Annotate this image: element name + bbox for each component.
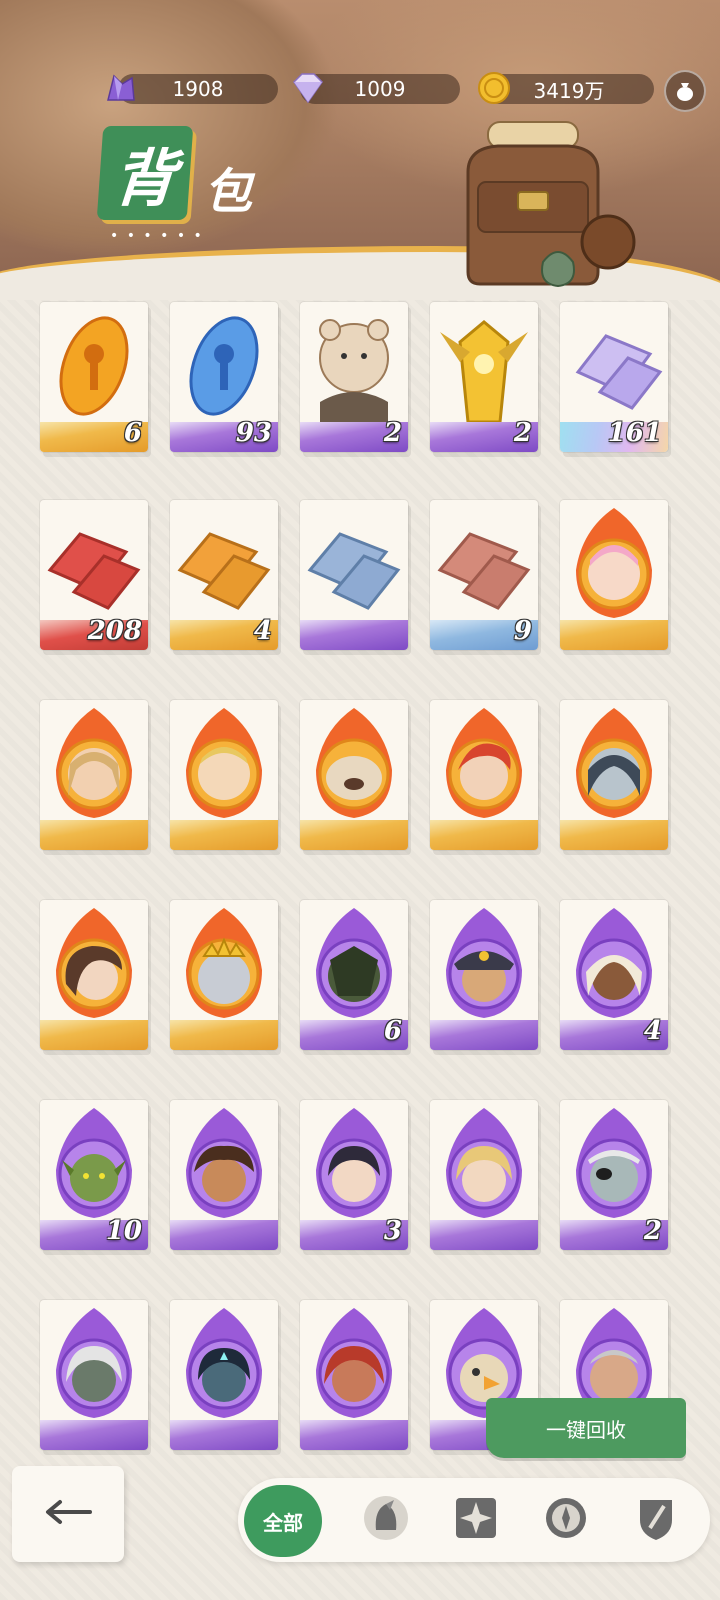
item-count: 93 bbox=[235, 418, 272, 448]
hero-elf-icon bbox=[170, 700, 278, 830]
item-card-15[interactable] bbox=[40, 900, 148, 1050]
page-title-first: 背 bbox=[111, 142, 179, 215]
lavender-ingot-icon bbox=[560, 302, 668, 432]
orange-ingot-icon bbox=[170, 500, 278, 630]
crystal-balance: 1908 bbox=[118, 74, 278, 104]
red-ingot-icon bbox=[40, 500, 148, 630]
hero-pale-icon bbox=[560, 700, 668, 830]
diamond-value: 1009 bbox=[354, 77, 406, 101]
item-card-23[interactable] bbox=[430, 1100, 538, 1250]
item-card-10[interactable] bbox=[40, 700, 148, 850]
item-card-19[interactable]: 4 bbox=[560, 900, 668, 1050]
item-card-14[interactable] bbox=[560, 700, 668, 850]
hero-goblin-icon bbox=[40, 1100, 148, 1230]
page-title-badge: 背 bbox=[96, 126, 194, 220]
item-card-2[interactable]: 2 bbox=[300, 302, 408, 452]
item-card-0[interactable]: 6 bbox=[40, 302, 148, 452]
one-click-recycle-button[interactable]: 一键回收 bbox=[486, 1398, 686, 1458]
hero-long-blond-icon bbox=[40, 700, 148, 830]
money-bag-icon[interactable] bbox=[664, 70, 706, 112]
item-count: 208 bbox=[87, 616, 142, 646]
hero-eyepatch-icon bbox=[560, 1100, 668, 1230]
item-count: 6 bbox=[123, 418, 142, 448]
item-card-13[interactable] bbox=[430, 700, 538, 850]
item-card-7[interactable] bbox=[300, 500, 408, 650]
hero-demon-icon bbox=[170, 1300, 278, 1430]
item-count: 4 bbox=[643, 1016, 662, 1046]
hero-curly-hair-icon bbox=[170, 1100, 278, 1230]
backpack-illustration bbox=[448, 112, 638, 292]
back-arrow-icon bbox=[42, 1496, 94, 1532]
shield-sword-icon[interactable] bbox=[628, 1490, 684, 1546]
item-card-11[interactable] bbox=[170, 700, 278, 850]
tab-all-label: 全部 bbox=[263, 1510, 303, 1535]
title-dots: • • • • • • bbox=[110, 228, 204, 244]
hero-red-hair-icon bbox=[430, 700, 538, 830]
compass-icon[interactable] bbox=[538, 1490, 594, 1546]
item-card-27[interactable] bbox=[300, 1300, 408, 1450]
item-count: 6 bbox=[383, 1016, 402, 1046]
item-count: 3 bbox=[383, 1216, 402, 1246]
gold-coin-icon bbox=[476, 70, 512, 106]
recycle-label: 一键回收 bbox=[546, 1417, 626, 1442]
gold-key-gem-icon bbox=[40, 302, 148, 432]
purple-crystal-icon bbox=[102, 70, 138, 106]
hero-pink-hair-icon bbox=[560, 500, 668, 630]
item-card-6[interactable]: 4 bbox=[170, 500, 278, 650]
item-count: 2 bbox=[513, 418, 532, 448]
hero-white-hair-icon bbox=[560, 900, 668, 1030]
hero-silver-hair-icon bbox=[40, 1300, 148, 1430]
golden-helmet-icon bbox=[430, 302, 538, 432]
item-count: 2 bbox=[383, 418, 402, 448]
item-card-8[interactable]: 9 bbox=[430, 500, 538, 650]
item-card-5[interactable]: 208 bbox=[40, 500, 148, 650]
item-count: 10 bbox=[105, 1216, 142, 1246]
item-count: 9 bbox=[513, 616, 532, 646]
item-card-22[interactable]: 3 bbox=[300, 1100, 408, 1250]
star-compass-icon[interactable] bbox=[448, 1490, 504, 1546]
hero-brunette-icon bbox=[40, 900, 148, 1030]
item-card-9[interactable] bbox=[560, 500, 668, 650]
item-card-24[interactable]: 2 bbox=[560, 1100, 668, 1250]
pink-ingot-icon bbox=[430, 500, 538, 630]
page-title-rest: 包 bbox=[204, 164, 253, 220]
item-card-17[interactable]: 6 bbox=[300, 900, 408, 1050]
back-button[interactable] bbox=[12, 1466, 124, 1562]
item-count: 2 bbox=[643, 1216, 662, 1246]
item-card-20[interactable]: 10 bbox=[40, 1100, 148, 1250]
hero-dark-armor-icon bbox=[300, 900, 408, 1030]
item-count: 161 bbox=[607, 418, 662, 448]
item-card-18[interactable] bbox=[430, 900, 538, 1050]
crystal-value: 1908 bbox=[172, 77, 224, 101]
hero-crowned-beast-icon bbox=[170, 900, 278, 1030]
item-card-21[interactable] bbox=[170, 1100, 278, 1250]
hamster-figure-icon bbox=[300, 302, 408, 432]
hero-red-curls-icon bbox=[300, 1300, 408, 1430]
item-card-16[interactable] bbox=[170, 900, 278, 1050]
item-card-26[interactable] bbox=[170, 1300, 278, 1450]
item-card-3[interactable]: 2 bbox=[430, 302, 538, 452]
hero-blond-woman-icon bbox=[430, 1100, 538, 1230]
item-card-12[interactable] bbox=[300, 700, 408, 850]
warrior-helmet-icon[interactable] bbox=[358, 1490, 414, 1546]
item-card-4[interactable]: 161 bbox=[560, 302, 668, 452]
gold-value: 3419万 bbox=[533, 78, 605, 103]
blue-ingot-icon bbox=[300, 500, 408, 630]
hero-captain-icon bbox=[430, 900, 538, 1030]
tab-all[interactable]: 全部 bbox=[244, 1485, 322, 1557]
hero-girl-icon bbox=[300, 1100, 408, 1230]
blue-key-gem-icon bbox=[170, 302, 278, 432]
item-card-25[interactable] bbox=[40, 1300, 148, 1450]
diamond-icon bbox=[290, 70, 326, 106]
item-count: 4 bbox=[253, 616, 272, 646]
item-card-1[interactable]: 93 bbox=[170, 302, 278, 452]
hero-bear-icon bbox=[300, 700, 408, 830]
